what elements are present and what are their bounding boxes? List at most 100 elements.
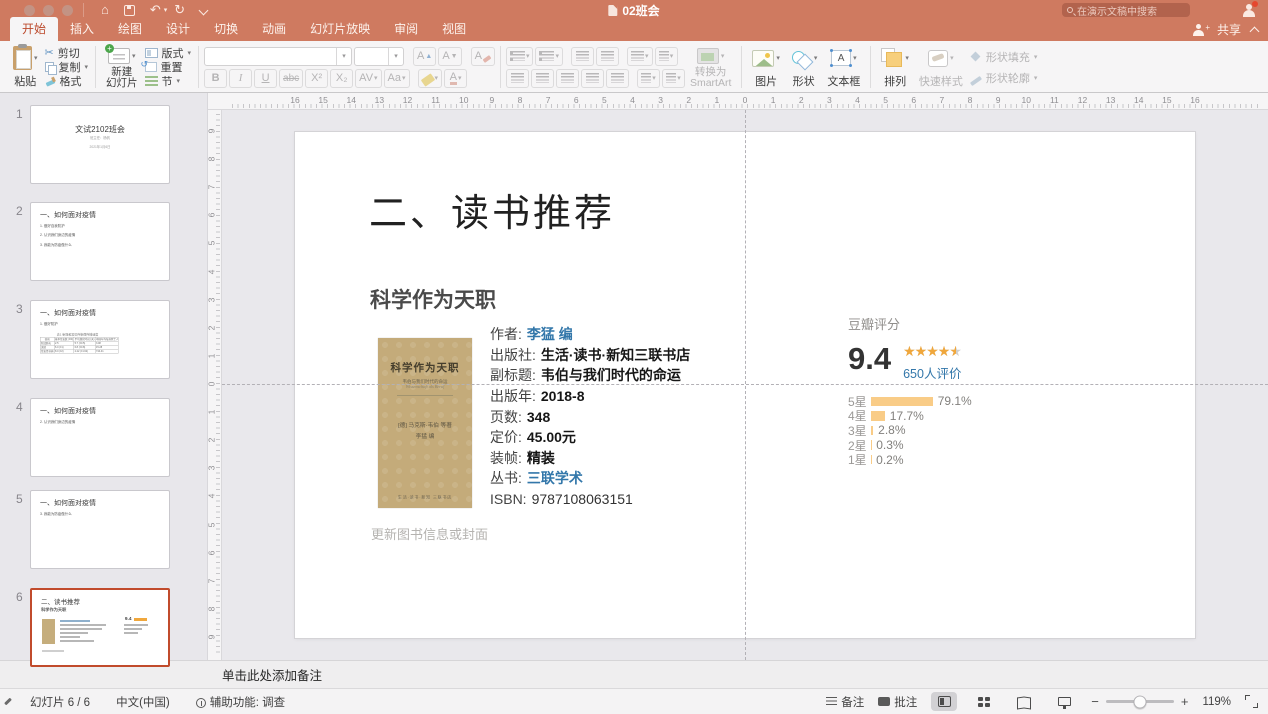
justify-button[interactable] <box>581 69 604 88</box>
customize-toolbar-chevron-icon[interactable] <box>199 5 209 15</box>
thumbnail-slide-5[interactable]: 一、如何面对疫情 3. 我能为防疫做什么 <box>30 490 170 569</box>
update-book-info-link[interactable]: 更新图书信息或封面 <box>371 524 488 543</box>
normal-view-button[interactable] <box>931 692 957 711</box>
subscript-button[interactable]: X₂ <box>330 69 353 88</box>
copy-button[interactable]: 复制▾ <box>45 60 89 74</box>
section-dropdown-icon[interactable]: ▾ <box>177 77 181 85</box>
textbox-dropdown-icon[interactable]: ▾ <box>853 54 857 62</box>
ratings-count-link[interactable]: 650人评价 <box>903 363 961 382</box>
align-right-button[interactable] <box>556 69 579 88</box>
section-button[interactable]: 节▾ <box>145 74 192 88</box>
underline-button[interactable]: U <box>254 69 277 88</box>
douban-rating-block[interactable]: 豆瓣评分 9.4 ★★★★★ ★★★★★ 650人评价 <box>848 314 1148 333</box>
bullets-button[interactable]: ▾ <box>506 47 534 66</box>
line-spacing-button[interactable]: ▾ <box>627 47 653 66</box>
font-name-dropdown-icon[interactable]: ▾ <box>336 48 351 65</box>
copy-dropdown-icon[interactable]: ▾ <box>85 63 89 71</box>
thumbnail-slide-4[interactable]: 一、如何面对疫情 2. 认识我们身边的疫情 <box>30 398 170 477</box>
undo-dropdown-icon[interactable]: ▾ <box>164 6 168 14</box>
line-spacing-dropdown-icon[interactable]: ▾ <box>645 52 649 60</box>
picture-dropdown-icon[interactable]: ▾ <box>776 54 780 62</box>
account-icon[interactable] <box>1242 3 1256 17</box>
maximize-window-button[interactable] <box>62 5 73 16</box>
series-link[interactable]: 三联学术 <box>527 468 583 488</box>
language-indicator[interactable]: 中文(中国) <box>116 694 170 710</box>
slide-sorter-button[interactable] <box>971 692 997 711</box>
columns-dropdown-icon[interactable]: ▾ <box>670 52 674 60</box>
reading-view-button[interactable] <box>1011 692 1037 711</box>
arrange-dropdown-icon[interactable]: ▾ <box>905 54 909 62</box>
book-title-heading[interactable]: 科学作为天职 <box>370 284 496 314</box>
font-size-dropdown-icon[interactable]: ▾ <box>388 48 403 65</box>
tab-insert[interactable]: 插入 <box>58 17 106 41</box>
shapes-dropdown-icon[interactable]: ▾ <box>814 54 818 62</box>
align-center-button[interactable] <box>531 69 554 88</box>
zoom-slider[interactable] <box>1106 700 1174 703</box>
thumbnail-slide-1[interactable]: 文试2102班会 班主任：杨帆 2021年1月6日 <box>30 105 170 184</box>
font-color-button[interactable]: A▾ <box>444 69 467 88</box>
decrease-font-size-button[interactable]: A▼ <box>438 47 461 66</box>
convert-smartart-button[interactable]: ▾ 转换为SmartArt <box>685 44 736 90</box>
comments-toggle-button[interactable]: 批注 <box>878 694 917 710</box>
textbox-button[interactable]: A▾ 文本框 <box>822 44 865 90</box>
character-spacing-button[interactable]: AV▾ <box>355 69 381 88</box>
layout-button[interactable]: 版式▾ <box>145 46 192 60</box>
paste-dropdown-icon[interactable]: ▾ <box>34 54 38 62</box>
numbering-dropdown-icon[interactable]: ▾ <box>555 52 559 60</box>
font-name-combobox[interactable]: ▾ <box>204 47 352 66</box>
share-button[interactable]: 共享 <box>1217 21 1241 38</box>
increase-indent-button[interactable] <box>596 47 619 66</box>
zoom-out-button[interactable]: − <box>1091 694 1099 709</box>
bullets-dropdown-icon[interactable]: ▾ <box>526 52 530 60</box>
zoom-slider-knob[interactable] <box>1133 695 1146 708</box>
picture-button[interactable]: ▾ 图片 <box>747 44 785 90</box>
horizontal-guide-line[interactable] <box>222 384 1268 385</box>
strikethrough-button[interactable]: abc <box>279 69 303 88</box>
clear-formatting-button[interactable]: A <box>471 47 495 66</box>
case-dropdown-icon[interactable]: ▾ <box>402 74 406 82</box>
italic-button[interactable]: I <box>229 69 252 88</box>
layout-dropdown-icon[interactable]: ▾ <box>188 49 192 57</box>
align-text-dropdown-icon[interactable]: ▾ <box>677 74 681 82</box>
new-slide-button[interactable]: +▾ 新建幻灯片 <box>101 44 143 90</box>
columns-button[interactable]: ▾ <box>655 47 678 66</box>
arrange-button[interactable]: ▾ 排列 <box>876 44 914 90</box>
align-text-button[interactable]: ▾ <box>662 69 685 88</box>
notes-pane[interactable]: 单击此处添加备注 <box>0 660 1268 688</box>
numbering-button[interactable]: ▾ <box>535 47 563 66</box>
shape-outline-button[interactable]: 形状轮廓▾ <box>970 71 1038 85</box>
tab-draw[interactable]: 绘图 <box>106 17 154 41</box>
zoom-level[interactable]: 119% <box>1202 696 1231 708</box>
tab-view[interactable]: 视图 <box>430 17 478 41</box>
reset-button[interactable]: 重置 <box>145 60 192 74</box>
collapse-ribbon-chevron-icon[interactable] <box>1250 26 1260 36</box>
tab-design[interactable]: 设计 <box>154 17 202 41</box>
zoom-in-button[interactable]: + <box>1181 694 1189 709</box>
save-icon[interactable] <box>124 5 135 16</box>
change-case-button[interactable]: Aa▾ <box>384 69 410 88</box>
fit-slide-to-window-button[interactable] <box>1245 695 1258 708</box>
accessibility-status[interactable]: 辅助功能: 调查 <box>196 694 285 710</box>
highlight-dropdown-icon[interactable]: ▾ <box>435 74 439 82</box>
text-direction-button[interactable]: ▾ <box>637 69 660 88</box>
thumbnail-slide-6-selected[interactable]: 二、读书推荐 科学作为天职 9.4 <box>30 588 170 667</box>
tab-animations[interactable]: 动画 <box>250 17 298 41</box>
book-cover-image[interactable]: 科学作为天职 韦伯与我们时代的命运 Wissenschaft als Beruf… <box>378 338 472 508</box>
tab-review[interactable]: 审阅 <box>382 17 430 41</box>
increase-font-size-button[interactable]: A▲ <box>413 47 436 66</box>
thumbnail-slide-3[interactable]: 一、如何面对疫情 1. 做好防护 表1 新冠和常见传染病传播速度 疾病 基本传染… <box>30 300 170 379</box>
search-input[interactable]: 在演示文稿中搜索 <box>1062 3 1190 17</box>
vertical-guide-line[interactable] <box>745 110 746 660</box>
text-direction-dropdown-icon[interactable]: ▾ <box>652 74 656 82</box>
shape-fill-button[interactable]: 形状填充▾ <box>970 50 1038 64</box>
thumbnail-slide-2[interactable]: 一、如何面对疫情 1. 做好自我防护 2. 认识我们身边的疫情 3. 我能为防疫… <box>30 202 170 281</box>
close-window-button[interactable] <box>24 5 35 16</box>
tab-transitions[interactable]: 切换 <box>202 17 250 41</box>
smartart-dropdown-icon[interactable]: ▾ <box>721 52 725 60</box>
notes-toggle-button[interactable]: 备注 <box>826 694 864 710</box>
distribute-button[interactable] <box>606 69 629 88</box>
new-slide-dropdown-icon[interactable]: ▾ <box>132 52 136 60</box>
slide-title[interactable]: 二、读书推荐 <box>369 182 615 237</box>
minimize-window-button[interactable] <box>43 5 54 16</box>
spacing-dropdown-icon[interactable]: ▾ <box>374 74 378 82</box>
